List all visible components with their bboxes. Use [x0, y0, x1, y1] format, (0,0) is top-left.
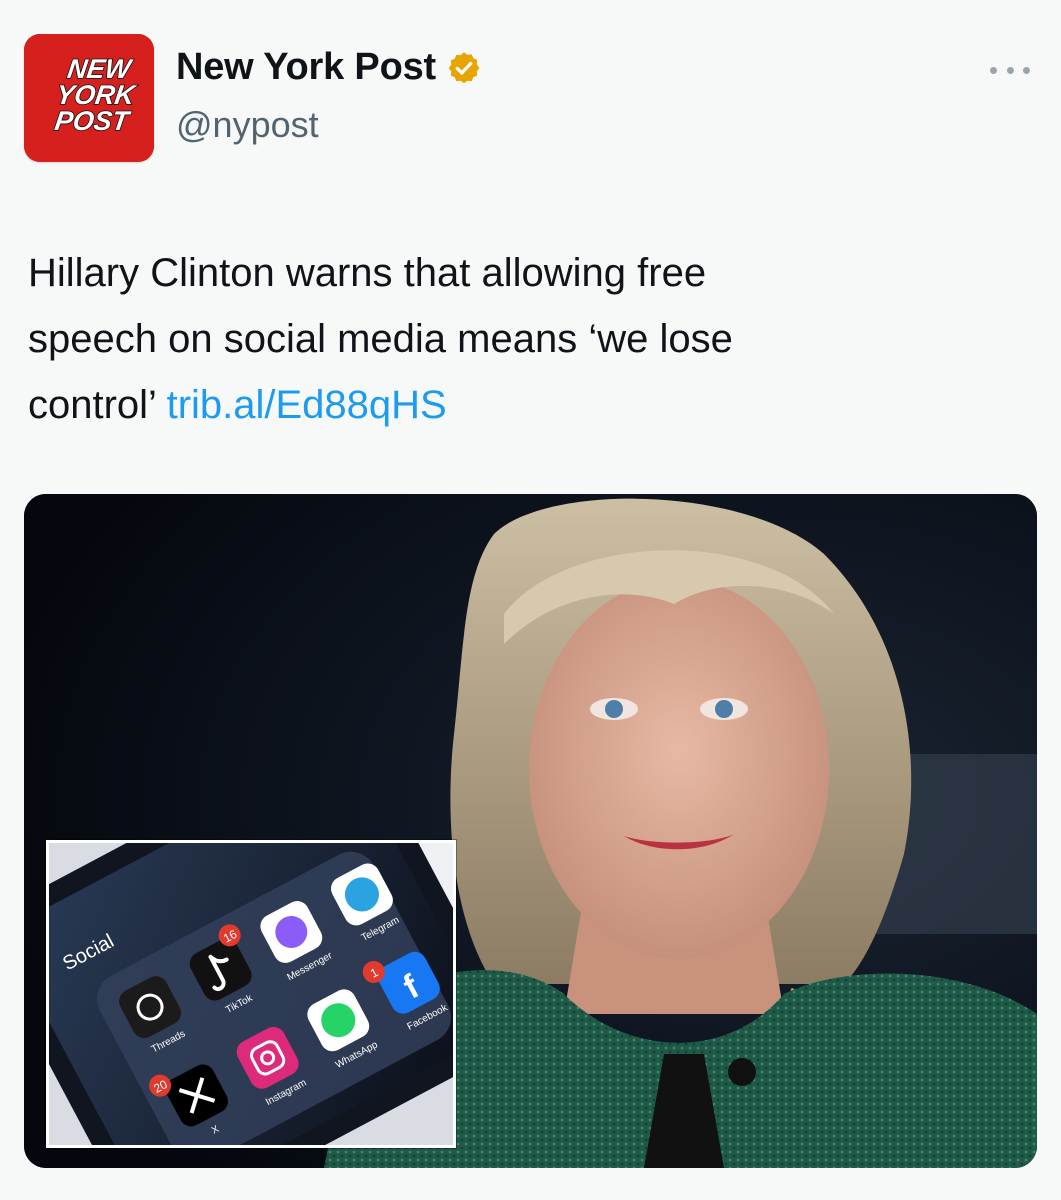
tweet-text-line-with-link: control’ trib.al/Ed88qHS — [28, 372, 1028, 438]
handle[interactable]: @nypost — [176, 104, 319, 146]
verified-badge-icon — [446, 50, 482, 86]
logo-text-line-3: POST — [53, 105, 133, 136]
tweet-text-line: control’ — [28, 383, 167, 427]
tweet-text-line: Hillary Clinton warns that allowing free — [28, 251, 707, 295]
tweet-card: NEW YORK POST New York Post @nypost Hill… — [0, 0, 1061, 1200]
display-name-text: New York Post — [176, 46, 436, 88]
tweet-link[interactable]: trib.al/Ed88qHS — [167, 383, 447, 427]
avatar[interactable]: NEW YORK POST — [24, 34, 154, 162]
inset-phone-photo: Social 16 20 f 1 Threads TikTok Messenge… — [46, 840, 456, 1148]
tweet-photo[interactable]: Social 16 20 f 1 Threads TikTok Messenge… — [24, 494, 1037, 1168]
more-options-icon[interactable] — [990, 60, 1030, 80]
tweet-text-line: speech on social media means ‘we lose — [28, 317, 733, 361]
tweet-text: Hillary Clinton warns that allowing free… — [28, 240, 1028, 438]
display-name[interactable]: New York Post — [176, 46, 482, 89]
